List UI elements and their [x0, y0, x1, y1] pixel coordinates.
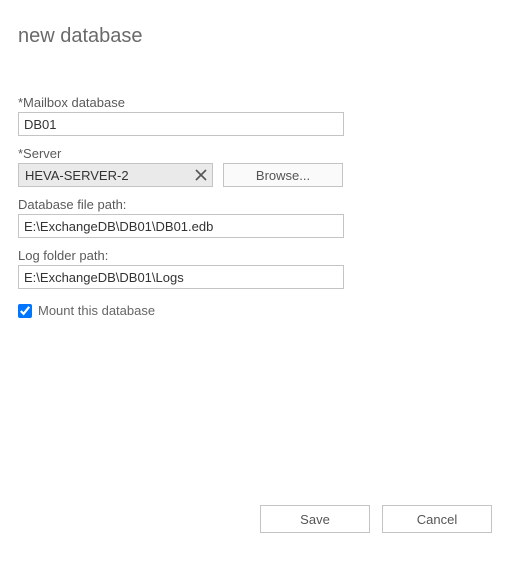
page-title: new database — [18, 25, 143, 48]
mount-database-row: Mount this database — [18, 303, 348, 318]
browse-button[interactable]: Browse... — [223, 163, 343, 187]
server-selected: HEVA-SERVER-2 — [18, 163, 213, 187]
new-database-dialog: new database *Mailbox database *Server H… — [0, 0, 510, 568]
clear-server-icon[interactable] — [190, 164, 212, 186]
mailbox-database-label: *Mailbox database — [18, 95, 348, 110]
save-button[interactable]: Save — [260, 505, 370, 533]
log-folder-path-label: Log folder path: — [18, 248, 348, 263]
server-name: HEVA-SERVER-2 — [19, 168, 190, 183]
server-label: *Server — [18, 146, 348, 161]
log-folder-path-input[interactable] — [18, 265, 344, 289]
mount-database-checkbox[interactable] — [18, 304, 32, 318]
mount-database-label[interactable]: Mount this database — [38, 303, 155, 318]
database-form: *Mailbox database *Server HEVA-SERVER-2 … — [18, 85, 348, 318]
mailbox-database-input[interactable] — [18, 112, 344, 136]
database-file-path-label: Database file path: — [18, 197, 348, 212]
database-file-path-input[interactable] — [18, 214, 344, 238]
close-icon — [195, 169, 207, 181]
dialog-footer: Save Cancel — [260, 505, 492, 533]
cancel-button[interactable]: Cancel — [382, 505, 492, 533]
server-row: HEVA-SERVER-2 Browse... — [18, 163, 348, 187]
